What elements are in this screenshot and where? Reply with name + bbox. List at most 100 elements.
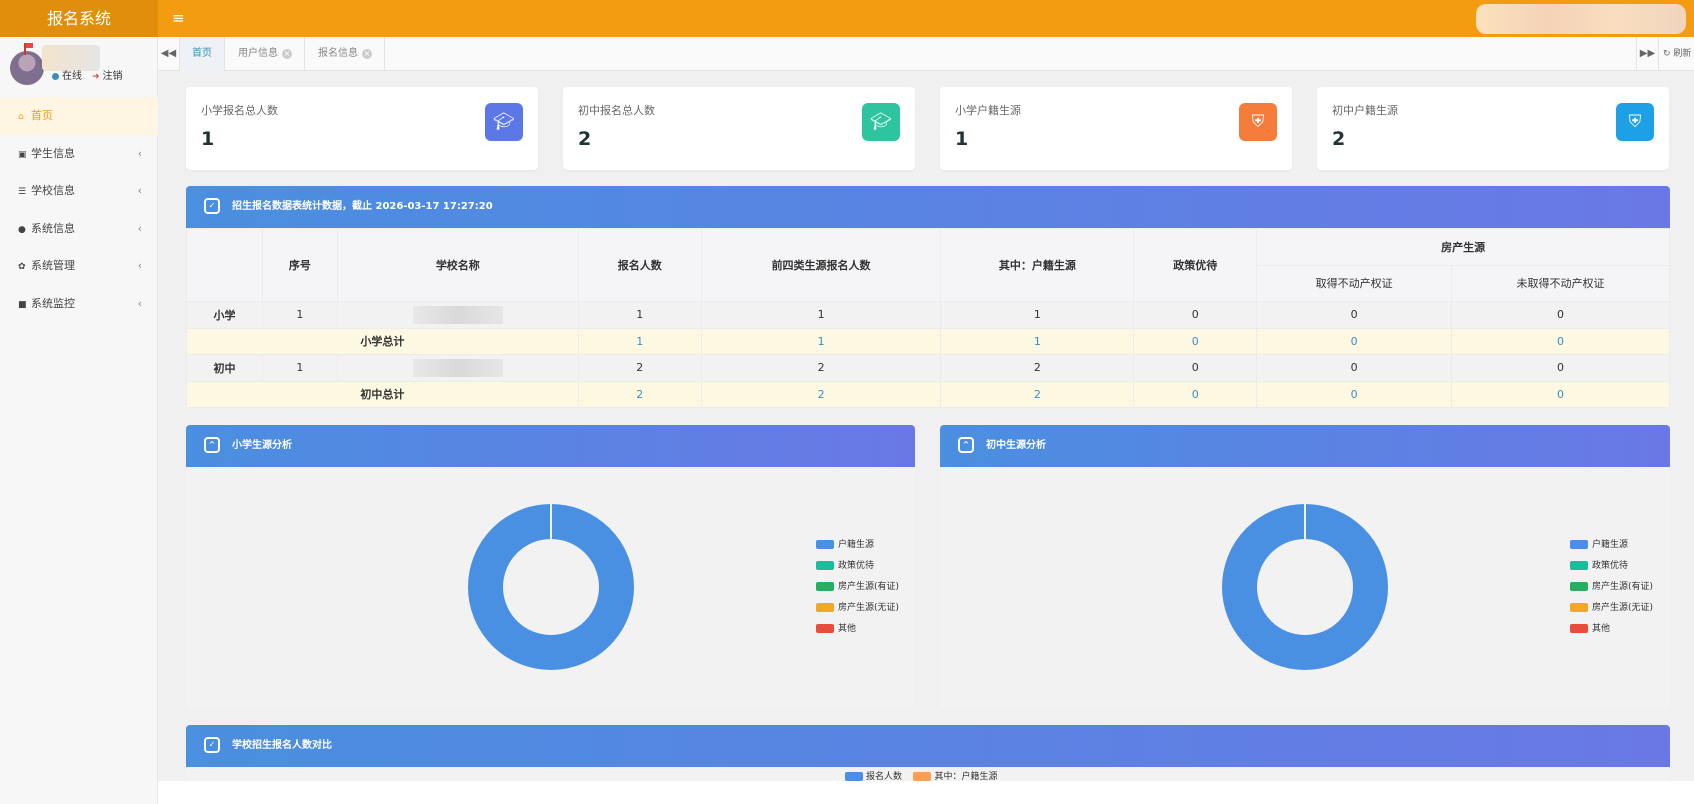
chevron-left-icon: ‹	[137, 296, 142, 310]
tabs-scroll-left-icon[interactable]: ◀◀	[158, 37, 180, 71]
legend-item[interactable]: 其他	[816, 619, 899, 640]
legend-swatch	[816, 540, 834, 549]
stats-table: 序号 学校名称 报名人数 前四类生源报名人数 其中：户籍生源 政策优待 房产生源…	[186, 228, 1670, 408]
middle-source-panel-header: ^ 初中生源分析	[940, 425, 1670, 467]
close-icon[interactable]: ×	[362, 49, 372, 59]
shield-icon: ⛨	[1616, 103, 1654, 141]
legend-swatch	[816, 603, 834, 612]
graduation-cap-icon: 🎓︎	[485, 103, 523, 141]
legend-label: 其中：户籍生源	[934, 772, 998, 782]
row-top4: 1	[700, 301, 942, 329]
close-icon[interactable]: ×	[282, 49, 292, 59]
donut-slice[interactable]	[468, 504, 634, 670]
legend-item[interactable]: 政策优待	[816, 556, 899, 577]
row-policy: 0	[1133, 354, 1258, 382]
sidebar-item-label: 学校信息	[31, 184, 75, 197]
list-icon: ☰	[18, 187, 27, 197]
sidebar-item-system-info[interactable]: ● 系统信息 ‹	[0, 210, 158, 248]
legend-item[interactable]: 其他	[1570, 619, 1653, 640]
legend-item[interactable]: 房产生源(有证)	[816, 577, 899, 598]
user-menu[interactable]	[1476, 4, 1686, 34]
donut-slice[interactable]	[1222, 504, 1388, 670]
row-seq: 1	[261, 354, 338, 382]
row-hukou: 1	[940, 327, 1135, 355]
sidebar-item-student-info[interactable]: ▣ 学生信息 ‹	[0, 135, 158, 173]
avatar	[10, 43, 44, 85]
home-icon: ⌂	[18, 112, 24, 122]
stat-card-label: 小学户籍生源	[955, 104, 1021, 117]
table-row-total: 初中总计 2 2 2 0 0 0	[186, 380, 1670, 408]
legend-item[interactable]: 其中：户籍生源	[913, 772, 997, 782]
row-without-cert: 0	[1451, 380, 1670, 408]
table-header-property: 房产生源	[1256, 228, 1670, 266]
sidebar-item-system-admin[interactable]: ✿ 系统管理 ‹	[0, 247, 158, 285]
legend-item[interactable]: 房产生源(无证)	[816, 598, 899, 619]
row-enrolled: 1	[577, 301, 702, 329]
legend-item[interactable]: 房产生源(有证)	[1570, 577, 1653, 598]
row-without-cert: 0	[1451, 354, 1670, 382]
table-row: 小学 1 1 1 1 0 0 0	[186, 301, 1670, 329]
stat-card-label: 小学报名总人数	[201, 104, 278, 117]
row-level: 初中	[186, 354, 263, 382]
tabs-scroll-right-icon[interactable]: ▶▶	[1636, 37, 1658, 71]
logout-label: 注销	[102, 71, 123, 82]
online-status: 在线	[52, 67, 82, 82]
middle-donut-chart	[1222, 503, 1388, 670]
table-header-without-cert: 未取得不动产权证	[1451, 264, 1670, 302]
sidebar-item-system-monitor[interactable]: ■ 系统监控 ‹	[0, 285, 158, 323]
legend-label: 其他	[1592, 624, 1611, 634]
legend-label: 户籍生源	[838, 540, 875, 550]
legend-item[interactable]: 政策优待	[1570, 556, 1653, 577]
legend-label: 政策优待	[1592, 561, 1629, 571]
row-school	[336, 354, 579, 382]
stats-panel-title: 招生报名数据表统计数据，截止 2026-03-17 17:27:20	[232, 201, 493, 212]
sidebar-item-label: 系统管理	[31, 259, 75, 272]
stats-panel: ✓ 招生报名数据表统计数据，截止 2026-03-17 17:27:20 序号 学…	[186, 186, 1670, 408]
sidebar-item-label: 首页	[31, 109, 53, 122]
online-status-label: 在线	[62, 71, 82, 82]
legend-swatch	[816, 624, 834, 633]
row-without-cert: 0	[1451, 301, 1670, 329]
row-total-label: 初中总计	[186, 380, 579, 408]
row-seq: 1	[261, 301, 338, 329]
logout-link[interactable]: ➜ 注销	[92, 67, 123, 82]
legend-item[interactable]: 户籍生源	[1570, 535, 1653, 556]
row-top4: 2	[700, 354, 942, 382]
tab-home[interactable]: 首页	[180, 37, 225, 71]
table-header-hukou: 其中：户籍生源	[940, 228, 1135, 302]
legend-item[interactable]: 房产生源(无证)	[1570, 598, 1653, 619]
shield-icon: ✓	[204, 198, 220, 214]
refresh-label: 刷新	[1673, 49, 1692, 59]
graduation-cap-icon: ^	[958, 437, 974, 453]
chevron-left-icon: ‹	[137, 146, 142, 160]
table-header-top4: 前四类生源报名人数	[700, 228, 942, 302]
tab-label: 报名信息	[318, 48, 358, 59]
table-header-level	[186, 228, 263, 302]
sidebar-item-school-info[interactable]: ☰ 学校信息 ‹	[0, 172, 158, 210]
stat-card-value: 1	[955, 128, 969, 150]
sidebar-item-home[interactable]: ⌂ 首页	[0, 97, 158, 135]
stat-card-label: 初中户籍生源	[1332, 104, 1398, 117]
sidebar-item-label: 系统监控	[31, 296, 75, 310]
online-dot-icon	[52, 72, 59, 80]
legend-item[interactable]: 户籍生源	[816, 535, 899, 556]
sidebar-menu: ⌂ 首页 ▣ 学生信息 ‹ ☰ 学校信息 ‹ ● 系统信息 ‹ ✿ 系统管理 ‹ ■ 系统监…	[0, 97, 158, 322]
middle-chart-legend: 户籍生源 政策优待 房产生源(有证) 房产生源(无证) 其他	[1570, 535, 1653, 640]
app-title[interactable]: 报名系统	[0, 0, 158, 37]
stat-card-middle-total: 初中报名总人数 2 🎓︎	[563, 87, 915, 170]
menu-toggle-icon[interactable]: ≡	[172, 0, 185, 37]
legend-item[interactable]: 报名人数	[845, 772, 902, 782]
logout-icon: ➜	[92, 72, 100, 82]
tab-user-info[interactable]: 用户信息 ×	[226, 37, 305, 71]
refresh-icon: ↻	[1663, 49, 1671, 59]
tab-enroll-info[interactable]: 报名信息 ×	[306, 37, 385, 71]
legend-swatch	[845, 772, 863, 781]
legend-label: 户籍生源	[1592, 540, 1629, 550]
book-icon: ▣	[18, 149, 27, 160]
legend-label: 房产生源(无证)	[838, 603, 900, 613]
row-policy: 0	[1133, 301, 1258, 329]
refresh-button[interactable]: ↻ 刷新	[1658, 37, 1694, 71]
table-row: 初中 1 2 2 2 0 0 0	[186, 354, 1670, 382]
chart-title: 初中生源分析	[986, 440, 1046, 451]
shield-icon: ⛨	[1239, 103, 1277, 141]
